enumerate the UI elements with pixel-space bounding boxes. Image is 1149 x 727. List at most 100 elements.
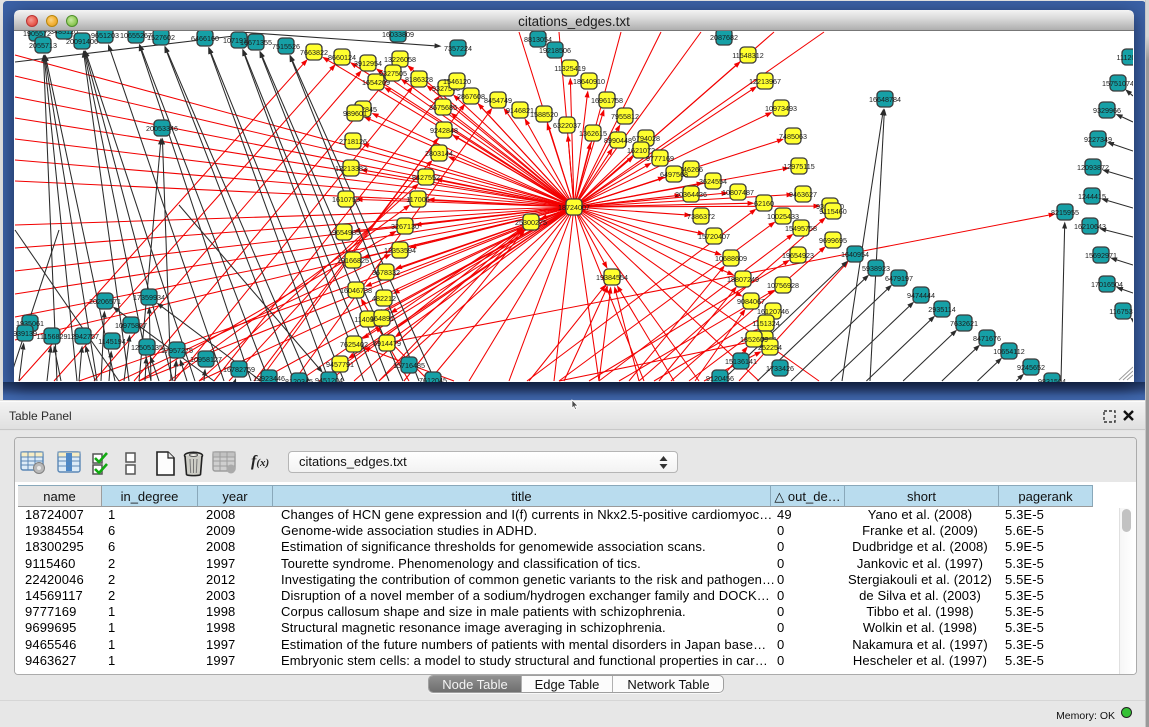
svg-text:3624554: 3624554 — [699, 177, 727, 186]
svg-text:18640910: 18640910 — [573, 77, 605, 86]
svg-text:12975115: 12975115 — [783, 162, 814, 171]
svg-text:8990448: 8990448 — [604, 136, 632, 145]
svg-text:3678332: 3678332 — [372, 268, 400, 277]
svg-text:16961758: 16961758 — [591, 96, 623, 105]
svg-text:18807249: 18807249 — [727, 275, 759, 284]
svg-text:16046738: 16046738 — [340, 286, 372, 295]
svg-text:15136141: 15136141 — [725, 357, 757, 366]
svg-text:9463627: 9463627 — [789, 190, 817, 199]
svg-text:9474444: 9474444 — [907, 291, 935, 300]
svg-text:8427552: 8427552 — [412, 173, 440, 182]
svg-text:16033809: 16033809 — [382, 31, 414, 39]
svg-text:2803144: 2803144 — [425, 149, 453, 158]
svg-text:9327505: 9327505 — [379, 69, 407, 78]
svg-text:7663822: 7663822 — [300, 48, 328, 57]
svg-text:25300275: 25300275 — [515, 218, 547, 227]
svg-text:15716485: 15716485 — [393, 361, 425, 370]
svg-text:10958127: 10958127 — [190, 355, 222, 364]
svg-text:7386372: 7386372 — [687, 212, 715, 221]
svg-text:11156829: 11156829 — [37, 332, 68, 341]
svg-text:9329966: 9329966 — [1093, 106, 1121, 115]
svg-text:9831504: 9831504 — [1038, 377, 1066, 382]
svg-text:20053346: 20053346 — [146, 124, 178, 133]
svg-text:3267130: 3267130 — [391, 222, 419, 231]
svg-text:10688609: 10688609 — [715, 254, 747, 263]
svg-text:12942757: 12942757 — [67, 332, 99, 341]
svg-text:7515526: 7515526 — [272, 42, 300, 51]
svg-text:9451204: 9451204 — [315, 376, 343, 382]
svg-text:164891: 164891 — [370, 314, 394, 323]
svg-text:7357224: 7357224 — [444, 44, 472, 53]
svg-text:1546120: 1546120 — [443, 77, 471, 86]
svg-text:2718126: 2718126 — [339, 137, 367, 146]
svg-text:19654985: 19654985 — [328, 228, 360, 237]
svg-text:7612045: 7612045 — [419, 376, 447, 382]
svg-text:1244415: 1244415 — [1078, 192, 1106, 201]
svg-text:17016504: 17016504 — [1091, 280, 1123, 289]
svg-text:7625402: 7625402 — [340, 340, 368, 349]
svg-text:8186328: 8186328 — [405, 75, 433, 84]
svg-text:6914479: 6914479 — [373, 339, 401, 348]
svg-text:939139: 939139 — [14, 329, 37, 338]
svg-text:10975867: 10975867 — [115, 321, 147, 330]
svg-text:19654923: 19654923 — [782, 251, 814, 260]
svg-text:10973493: 10973493 — [765, 104, 797, 113]
svg-text:2867608: 2867608 — [457, 92, 485, 101]
svg-text:16782759: 16782759 — [223, 365, 255, 374]
svg-text:9457791: 9457791 — [326, 360, 354, 369]
svg-text:16648784: 16648784 — [869, 95, 901, 104]
svg-text:117006: 117006 — [406, 195, 429, 204]
svg-text:18724007: 18724007 — [558, 203, 590, 212]
svg-text:15720407: 15720407 — [698, 232, 730, 241]
svg-text:11325419: 11325419 — [554, 64, 585, 73]
svg-text:6479197: 6479197 — [885, 274, 913, 283]
svg-text:2055713: 2055713 — [29, 41, 57, 50]
svg-text:9084067: 9084067 — [737, 297, 765, 306]
svg-text:9242848: 9242848 — [430, 126, 458, 135]
svg-text:1610755: 1610755 — [332, 195, 360, 204]
svg-text:1362615: 1362615 — [579, 129, 607, 138]
svg-text:7485063: 7485063 — [779, 132, 807, 141]
svg-text:7955812: 7955812 — [611, 112, 639, 121]
svg-text:12505135: 12505135 — [131, 343, 163, 352]
svg-text:3912954: 3912954 — [354, 59, 382, 68]
svg-text:9651203: 9651203 — [91, 31, 119, 40]
svg-text:16210643: 16210643 — [1074, 222, 1106, 231]
svg-text:6322037: 6322037 — [553, 121, 581, 130]
svg-text:1588520: 1588520 — [530, 110, 558, 119]
svg-text:10756928: 10756928 — [767, 281, 799, 290]
svg-text:20364436: 20364436 — [675, 190, 707, 199]
svg-text:6497568: 6497568 — [660, 170, 688, 179]
svg-text:2087682: 2087682 — [710, 33, 738, 42]
svg-text:12923446: 12923446 — [253, 374, 285, 382]
svg-text:1112045: 1112045 — [1117, 53, 1133, 62]
svg-text:9227349: 9227349 — [1084, 135, 1112, 144]
svg-text:1733426: 1733426 — [766, 364, 794, 373]
svg-text:7632621: 7632621 — [950, 319, 978, 328]
svg-text:13226058: 13226058 — [384, 55, 416, 64]
svg-text:17957275: 17957275 — [161, 346, 193, 355]
svg-text:9120456: 9120456 — [706, 374, 734, 382]
svg-text:9245652: 9245652 — [1017, 363, 1045, 372]
svg-text:15495758: 15495758 — [785, 224, 817, 233]
svg-text:10025433: 10025433 — [767, 212, 799, 221]
svg-text:12353594: 12353594 — [384, 246, 416, 255]
svg-text:17359934: 17359934 — [133, 293, 165, 302]
svg-text:10807487: 10807487 — [722, 188, 754, 197]
svg-text:8120345: 8120345 — [285, 377, 313, 382]
svg-text:62160: 62160 — [754, 199, 774, 208]
svg-text:11548312: 11548312 — [732, 51, 763, 60]
svg-text:1167533: 1167533 — [1109, 307, 1133, 316]
svg-text:9115460: 9115460 — [819, 207, 846, 216]
svg-text:19218506: 19218506 — [539, 46, 571, 55]
svg-text:8454749: 8454749 — [484, 96, 512, 105]
svg-text:989601: 989601 — [343, 109, 367, 118]
svg-text:9699695: 9699695 — [819, 236, 847, 245]
svg-text:19166825: 19166825 — [337, 256, 369, 265]
svg-text:1852609: 1852609 — [740, 335, 768, 344]
svg-text:20206571: 20206571 — [89, 297, 121, 306]
svg-text:1527602: 1527602 — [147, 33, 175, 42]
svg-text:8660124: 8660124 — [328, 53, 356, 62]
svg-text:1145194: 1145194 — [98, 337, 125, 346]
svg-text:6466160: 6466160 — [191, 34, 219, 43]
